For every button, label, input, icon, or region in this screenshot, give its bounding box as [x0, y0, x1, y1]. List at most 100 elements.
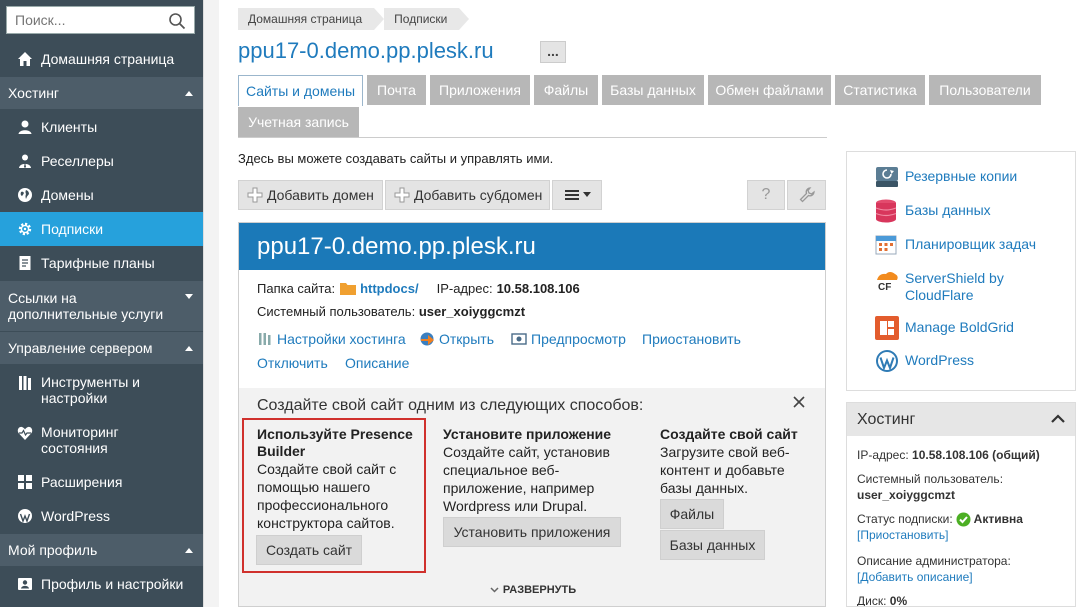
more-actions-button[interactable]: ... [540, 41, 566, 63]
hosting-settings-link[interactable]: Настройки хостинга [257, 331, 406, 347]
plus-icon [394, 187, 410, 203]
sidebar-item-resellers[interactable]: Реселлеры [0, 144, 203, 178]
sidebar-item-label: Реселлеры [41, 153, 114, 169]
sidebar-item-home[interactable]: Домашняя страница [0, 42, 203, 76]
action-label: Приостановить [642, 331, 741, 347]
breadcrumb-home[interactable]: Домашняя страница [238, 8, 385, 30]
action-label: Описание [345, 355, 410, 371]
add-description-link[interactable]: [Добавить описание] [857, 569, 973, 585]
cloudflare-icon: CF [875, 268, 899, 292]
tab-file-sharing[interactable]: Обмен файлами [708, 75, 831, 105]
sidebar-section-label: Управление сервером [8, 340, 153, 356]
button-label: Добавить субдомен [414, 187, 543, 203]
suspend-link[interactable]: Приостановить [642, 331, 741, 347]
description-link[interactable]: Описание [345, 355, 409, 371]
sidebar-section-links[interactable]: Ссылки на дополнительные услуги [0, 281, 203, 331]
tab-websites-domains[interactable]: Сайты и домены [238, 75, 363, 106]
tab-account[interactable]: Учетная запись [238, 107, 359, 137]
reseller-icon [17, 153, 33, 169]
add-subdomain-button[interactable]: Добавить субдомен [385, 180, 550, 210]
suspend-subscription-link[interactable]: [Приостановить] [857, 527, 949, 543]
search-input[interactable] [7, 8, 157, 32]
own-site-title: Создайте свой сайт [660, 426, 798, 442]
wordpress-icon [17, 508, 33, 524]
site-folder-link[interactable]: httpdocs/ [360, 281, 419, 296]
tools-panel: Резервные копии Базы данных Планировщик … [846, 151, 1076, 391]
collapse-icon[interactable] [185, 90, 193, 96]
search-box[interactable] [6, 6, 195, 34]
collapse-icon[interactable] [185, 345, 193, 351]
open-link[interactable]: Открыть [419, 331, 494, 347]
sidebar-item-label: Клиенты [41, 119, 98, 135]
home-icon [17, 51, 33, 67]
sysuser-value: user_xoiyggcmzt [418, 304, 526, 319]
search-icon[interactable] [168, 12, 186, 30]
chevron-down-icon [490, 587, 499, 593]
disable-link[interactable]: Отключить [257, 355, 328, 371]
user-icon [17, 119, 33, 135]
highlight-box [242, 418, 426, 573]
databases-button[interactable]: Базы данных [660, 530, 765, 560]
tab-users[interactable]: Пользователи [929, 75, 1041, 105]
preview-link[interactable]: Предпросмотр [511, 331, 626, 347]
sidebar-item-plans[interactable]: Тарифные планы [0, 246, 203, 280]
sidebar-item-tools[interactable]: Инструменты и настройки [0, 365, 203, 415]
sidebar-item-domains[interactable]: Домены [0, 178, 203, 212]
wrench-icon [799, 187, 815, 203]
svg-text:CF: CF [878, 282, 891, 292]
tab-mail[interactable]: Почта [367, 75, 426, 105]
expand-label: РАЗВЕРНУТЬ [502, 584, 577, 596]
tab-statistics[interactable]: Статистика [835, 75, 925, 105]
help-button[interactable]: ? [747, 180, 785, 210]
sidebar-section-server[interactable]: Управление сервером [0, 332, 203, 364]
sysuser-row: Системный пользователь: user_xoiyggcmzt [257, 304, 525, 319]
close-icon[interactable] [793, 396, 805, 408]
create-site-title: Создайте свой сайт одним из следующих сп… [257, 397, 644, 414]
domain-name-header[interactable]: ppu17-0.demo.pp.plesk.ru [239, 223, 825, 270]
expand-toggle[interactable]: РАЗВЕРНУТЬ [239, 584, 825, 596]
sidebar-item-extensions[interactable]: Расширения [0, 465, 203, 499]
page-title[interactable]: ppu17-0.demo.pp.plesk.ru [238, 38, 494, 64]
hosting-panel-header[interactable]: Хостинг [847, 403, 1075, 436]
install-app-desc: Создайте сайт, установив специальное веб… [443, 444, 610, 514]
backup-icon [875, 166, 899, 188]
sidebar-item-subscriptions[interactable]: Подписки [0, 212, 203, 246]
install-apps-button[interactable]: Установить приложения [443, 517, 621, 547]
menu-dropdown-button[interactable] [552, 180, 602, 210]
sidebar-item-profile-settings[interactable]: Профиль и настройки [0, 567, 203, 601]
sidebar-section-label: Хостинг [8, 85, 60, 101]
sidebar-section-label: Ссылки на дополнительные услуги [8, 290, 164, 322]
action-label: Настройки хостинга [277, 331, 406, 347]
sidebar-item-label: Профиль и настройки [41, 576, 184, 592]
sidebar-item-wordpress[interactable]: WordPress [0, 499, 203, 533]
extensions-icon [17, 474, 33, 490]
sidebar-section-profile[interactable]: Мой профиль [0, 534, 203, 566]
sidebar-item-label: WordPress [41, 508, 110, 524]
sidebar-item-clients[interactable]: Клиенты [0, 110, 203, 144]
tab-databases[interactable]: Базы данных [602, 75, 704, 105]
expand-icon[interactable] [185, 294, 193, 299]
hosting-settings-icon [257, 331, 273, 347]
wrench-button[interactable] [787, 180, 826, 210]
sidebar-scrollbar[interactable] [203, 0, 219, 607]
breadcrumb: Домашняя страница Подписки [238, 8, 470, 30]
files-button[interactable]: Файлы [660, 499, 724, 529]
add-domain-button[interactable]: Добавить домен [238, 180, 383, 210]
chevron-up-icon[interactable] [1051, 414, 1065, 423]
sidebar-item-monitoring[interactable]: Мониторинг состояния [0, 415, 203, 465]
ip-value: 10.58.108.106 [496, 281, 580, 296]
calendar-icon [875, 233, 897, 255]
sidebar-section-hosting[interactable]: Хостинг [0, 77, 203, 109]
breadcrumb-subscriptions[interactable]: Подписки [384, 8, 470, 30]
wordpress-icon [875, 349, 899, 373]
check-circle-icon [956, 512, 971, 527]
tab-applications[interactable]: Приложения [430, 75, 530, 105]
action-label: Отключить [257, 355, 328, 371]
tool-label: ServerShield by CloudFlare [905, 270, 1004, 303]
scheduler-link[interactable]: Планировщик задач [875, 236, 1036, 253]
sidebar-item-label: Тарифные планы [41, 255, 155, 271]
chevron-down-icon [583, 192, 591, 198]
sysuser-label: Системный пользователь: [257, 304, 416, 319]
tab-files[interactable]: Файлы [534, 75, 598, 105]
collapse-icon[interactable] [185, 547, 193, 553]
